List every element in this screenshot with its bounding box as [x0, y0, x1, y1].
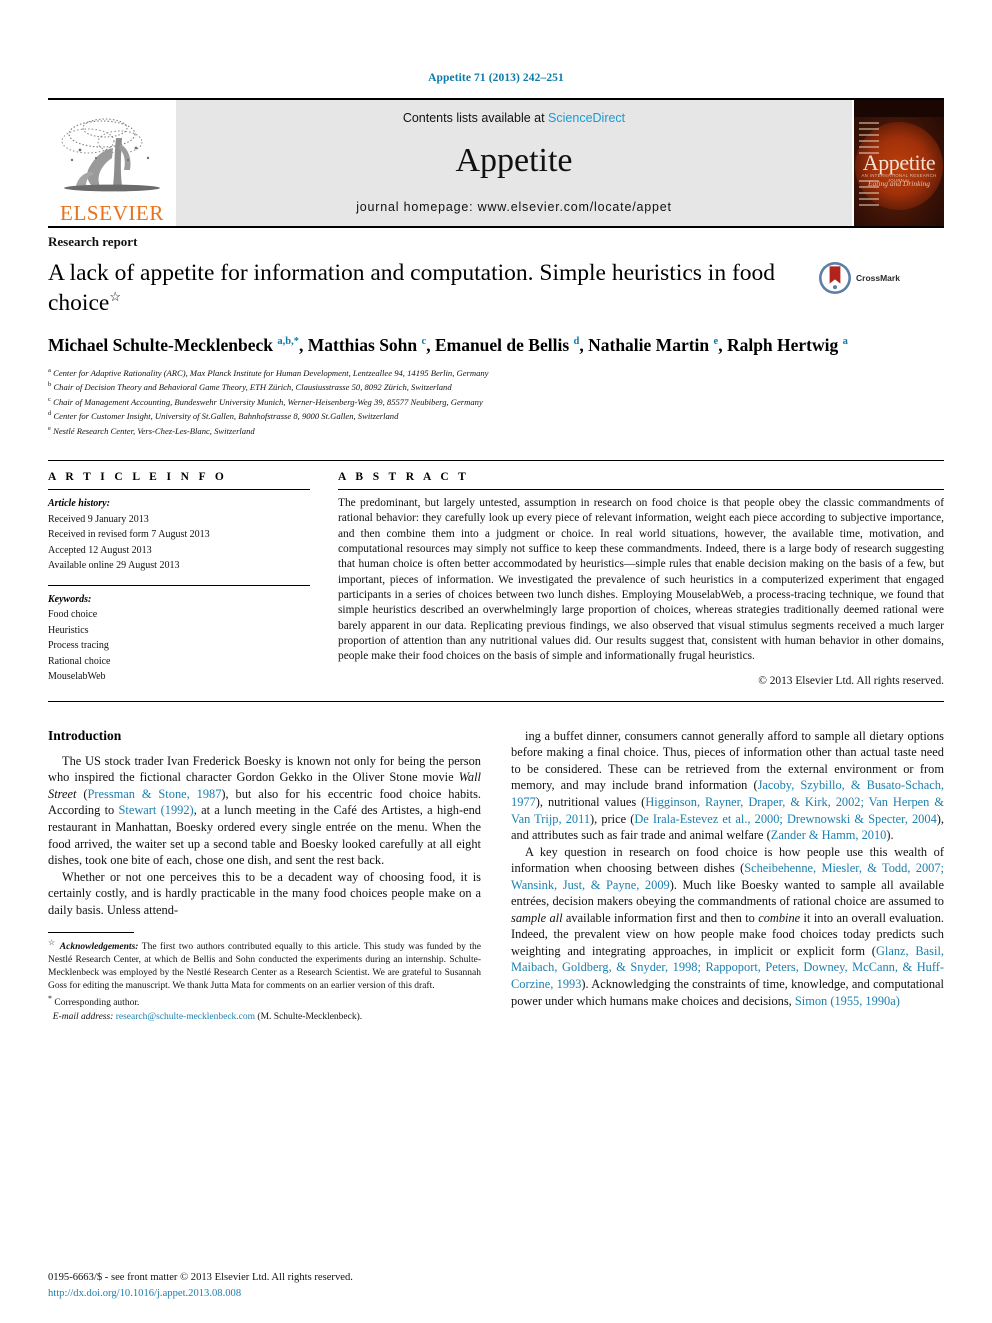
crossmark-icon — [819, 262, 851, 294]
affiliation-item: a Center for Adaptive Rationality (ARC),… — [48, 366, 489, 378]
doi-link[interactable]: http://dx.doi.org/10.1016/j.appet.2013.0… — [48, 1286, 353, 1301]
acknowledgement-marker: ☆ — [48, 938, 57, 948]
paper-page: Appetite 71 (2013) 242–251 ELSEVIER Cont… — [0, 0, 992, 1323]
elsevier-tree-icon — [61, 118, 160, 192]
email-footnote: E-mail address: research@schulte-mecklen… — [48, 1011, 481, 1024]
crossmark-label: CrossMark — [856, 273, 900, 283]
acknowledgement-label: Acknowledgements: — [59, 942, 139, 953]
article-history-item: Accepted 12 August 2013 — [48, 544, 152, 556]
article-history-item: Received 9 January 2013 — [48, 513, 149, 525]
corresponding-text: Corresponding author. — [54, 997, 140, 1008]
affiliation-item: b Chair of Decision Theory and Behaviora… — [48, 381, 452, 393]
abstract-copyright: © 2013 Elsevier Ltd. All rights reserved… — [758, 674, 944, 687]
keyword-item: Food choice — [48, 609, 98, 621]
article-info-abstract-band: A R T I C L E I N F O Article history: R… — [48, 460, 944, 702]
journal-title: Appetite — [455, 141, 573, 179]
elsevier-logo: ELSEVIER — [48, 100, 176, 226]
sciencedirect-link[interactable]: ScienceDirect — [548, 111, 625, 125]
body-column-right: ing a buffet dinner, consumers cannot ge… — [511, 728, 944, 1025]
article-history-label: Article history: — [48, 498, 110, 510]
cover-title: Appetite — [862, 150, 936, 175]
cover-subtitle: Eating and Drinking — [867, 179, 931, 188]
body-paragraph: A key question in research on food choic… — [511, 844, 945, 1008]
running-head: Appetite 71 (2013) 242–251 — [428, 72, 564, 84]
masthead-center: Contents lists available at ScienceDirec… — [176, 100, 852, 226]
right-column-paragraphs: ing a buffet dinner, consumers cannot ge… — [511, 728, 944, 1009]
body-paragraph: Whether or not one perceives this to be … — [48, 869, 481, 917]
article-info-column: A R T I C L E I N F O Article history: R… — [48, 471, 310, 687]
article-title-text: A lack of appetite for information and c… — [48, 260, 776, 316]
email-label: E-mail address: — [52, 1011, 114, 1022]
keywords-label: Keywords: — [48, 593, 92, 605]
affiliation-item: c Chair of Management Accounting, Bundes… — [48, 395, 483, 407]
contents-available-line: Contents lists available at ScienceDirec… — [403, 111, 625, 125]
issn-line: 0195-6663/$ - see front matter © 2013 El… — [48, 1272, 353, 1284]
corresponding-author-footnote: * Corresponding author. — [48, 994, 481, 1010]
article-history-item: Available online 29 August 2013 — [48, 560, 180, 572]
article-header: Research report A lack of appetite for i… — [48, 226, 944, 438]
article-info-heading: A R T I C L E I N F O — [48, 471, 228, 484]
email-suffix: (M. Schulte-Mecklenbeck). — [257, 1011, 363, 1022]
contents-prefix: Contents lists available at — [402, 111, 549, 125]
keyword-item: MouselabWeb — [48, 671, 106, 683]
journal-cover-image: Appetite AN INTERNATIONAL RESEARCH JOURN… — [852, 100, 944, 226]
article-history-item: Received in revised form 7 August 2013 — [48, 529, 210, 541]
keywords-list: Food choice Heuristics Process tracing Rati… — [48, 607, 310, 685]
cover-top-band — [854, 100, 944, 117]
abstract-text: The predominant, but largely untested, a… — [338, 497, 944, 663]
footnote-block: ☆ Acknowledgements: The first two author… — [48, 938, 481, 1023]
affiliation-list: a Center for Adaptive Rationality (ARC),… — [48, 366, 944, 438]
abstract-rule — [338, 489, 944, 491]
keyword-item: Rational choice — [48, 655, 111, 667]
title-row: A lack of appetite for information and c… — [48, 259, 944, 318]
affiliation-item: d Center for Customer Insight, Universit… — [48, 410, 399, 422]
corresponding-marker: * — [48, 993, 52, 1003]
body-paragraph: The US stock trader Ivan Frederick Boesk… — [48, 753, 481, 868]
keyword-item: Heuristics — [48, 624, 89, 636]
acknowledgement-footnote: ☆ Acknowledgements: The first two author… — [48, 938, 481, 993]
email-link[interactable]: research@schulte-mecklenbeck.com — [116, 1012, 255, 1022]
page-footer: 0195-6663/$ - see front matter © 2013 El… — [48, 1270, 353, 1301]
author-list: Michael Schulte-Mecklenbeck a,b,*, Matth… — [48, 335, 848, 356]
article-info-rule — [48, 489, 310, 491]
journal-homepage[interactable]: journal homepage: www.elsevier.com/locat… — [356, 200, 672, 214]
abstract-column: A B S T R A C T The predominant, but lar… — [338, 471, 944, 687]
introduction-heading: Introduction — [48, 727, 122, 743]
keywords-rule — [48, 584, 310, 586]
elsevier-wordmark: ELSEVIER — [60, 201, 164, 225]
article-type-kicker: Research report — [48, 234, 138, 249]
journal-masthead: ELSEVIER Contents lists available at Sci… — [48, 98, 944, 226]
keyword-item: Process tracing — [48, 640, 109, 652]
title-footnote-marker: ☆ — [109, 288, 121, 304]
article-history-list: Received 9 January 2013 Received in revis… — [48, 512, 310, 574]
body-columns: Introduction The US stock trader Ivan Fr… — [48, 728, 944, 1025]
left-column-paragraphs: The US stock trader Ivan Frederick Boesk… — [48, 753, 481, 918]
abstract-heading: A B S T R A C T — [338, 471, 470, 484]
affiliation-item: e Nestlé Research Center, Vers-Chez-Les-… — [48, 424, 255, 436]
crossmark-badge[interactable]: CrossMark — [818, 261, 900, 295]
body-paragraph: ing a buffet dinner, consumers cannot ge… — [511, 728, 945, 843]
body-column-left: Introduction The US stock trader Ivan Fr… — [48, 728, 481, 1025]
page-title: A lack of appetite for information and c… — [48, 259, 818, 318]
